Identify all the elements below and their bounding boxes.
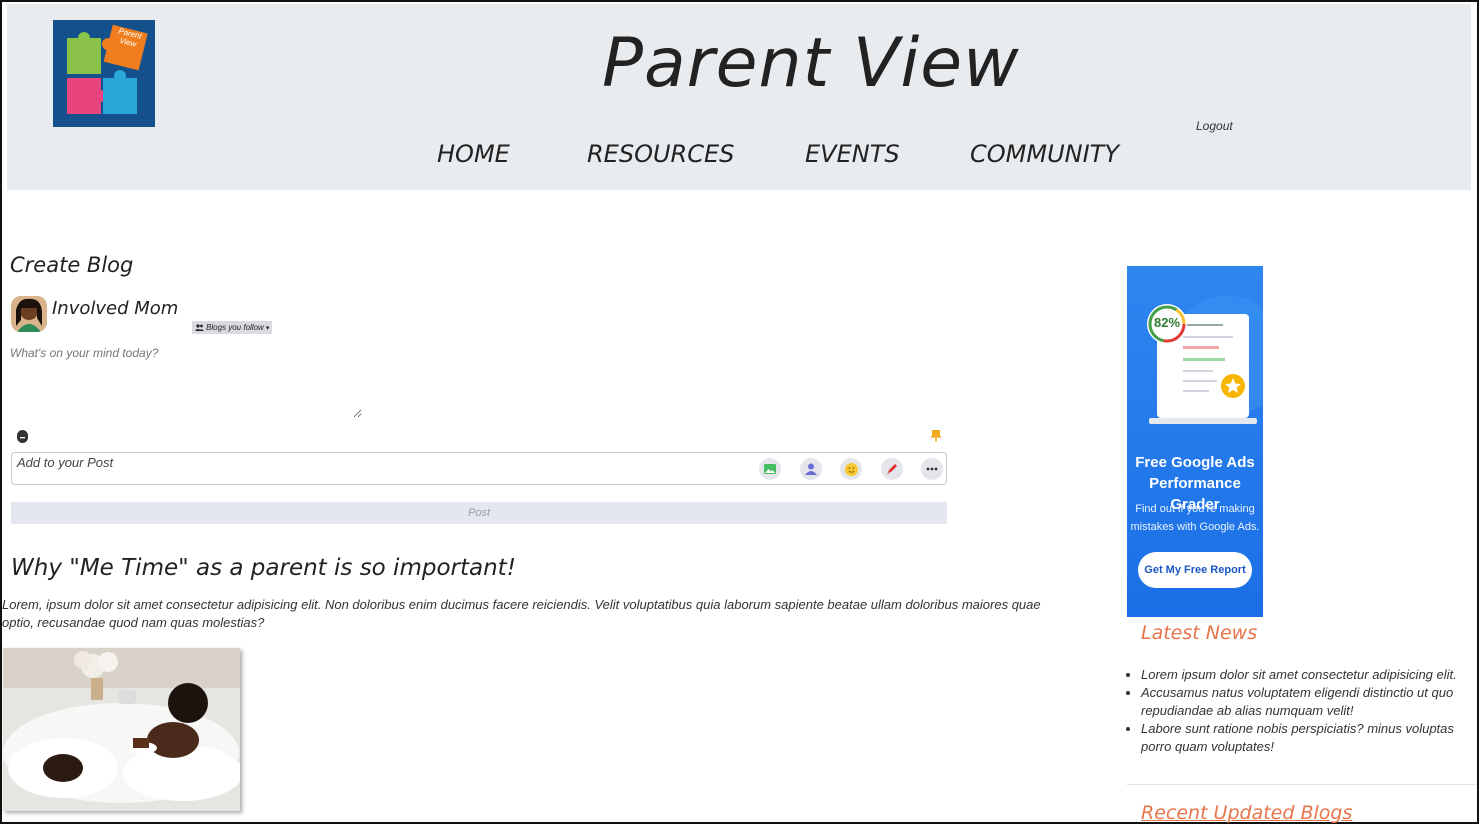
ad-title-line1: Free Google Ads xyxy=(1135,454,1255,471)
nav-resources[interactable]: RESOURCES xyxy=(587,140,734,168)
news-item[interactable]: Lorem ipsum dolor sit amet consectetur a… xyxy=(1141,666,1466,684)
user-avatar[interactable] xyxy=(11,296,47,332)
blog-post-title[interactable]: Why "Me Time" as a parent is so importan… xyxy=(11,555,516,581)
pen-icon[interactable] xyxy=(881,458,903,480)
user-name[interactable]: Involved Mom xyxy=(52,298,178,319)
bookmark-icon[interactable] xyxy=(931,429,941,442)
parent-view-logo[interactable]: Parent View xyxy=(53,20,155,127)
add-to-post-label: Add to your Post xyxy=(17,455,114,470)
post-button[interactable]: Post xyxy=(11,502,947,524)
emoji-icon[interactable] xyxy=(17,430,28,443)
blog-post-image[interactable] xyxy=(3,648,240,811)
add-to-post-bar[interactable]: Add to your Post xyxy=(11,452,947,485)
news-item[interactable]: Accusamus natus voluptatem eligendi dist… xyxy=(1141,684,1466,720)
more-options-icon[interactable] xyxy=(921,458,943,480)
nav-community[interactable]: COMMUNITY xyxy=(970,140,1119,168)
sidebar-divider xyxy=(1127,784,1477,785)
caret-down-icon: ▾ xyxy=(265,324,270,332)
nav-home[interactable]: HOME xyxy=(437,140,510,168)
create-blog-heading: Create Blog xyxy=(10,253,134,277)
latest-news-heading: Latest News xyxy=(1141,622,1258,644)
feeling-emoji-icon[interactable] xyxy=(840,458,862,480)
news-item[interactable]: Labore sunt ratione nobis perspiciatis? … xyxy=(1141,720,1466,756)
users-icon xyxy=(195,324,204,331)
follow-label: Blogs you follow xyxy=(206,323,264,332)
tag-people-icon[interactable] xyxy=(800,458,822,480)
ad-subtitle: Find out if you're making mistakes with … xyxy=(1127,500,1263,536)
photo-icon[interactable] xyxy=(759,458,781,480)
nav-events[interactable]: EVENTS xyxy=(805,140,900,168)
blog-textarea[interactable] xyxy=(10,346,362,418)
ad-sub-line2: mistakes with Google Ads. xyxy=(1130,521,1260,533)
blog-post-body: Lorem, ipsum dolor sit amet consectetur … xyxy=(2,597,1041,630)
blogs-you-follow-dropdown[interactable]: Blogs you follow ▾ xyxy=(192,321,273,334)
recent-updated-blogs-heading[interactable]: Recent Updated Blogs xyxy=(1141,802,1352,824)
site-title: Parent View xyxy=(602,24,1020,103)
logout-link[interactable]: Logout xyxy=(1196,119,1233,133)
get-free-report-button[interactable]: Get My Free Report xyxy=(1138,552,1252,588)
google-ads-banner[interactable]: 82% Free Google Ads Performance Grader F… xyxy=(1127,266,1263,617)
ad-sub-line1: Find out if you're making xyxy=(1135,503,1255,515)
latest-news-list: Lorem ipsum dolor sit amet consectetur a… xyxy=(1141,666,1466,756)
ad-percent: 82% xyxy=(1153,315,1181,330)
site-header: Parent View Parent View HOME RESOURCES E… xyxy=(7,4,1471,190)
